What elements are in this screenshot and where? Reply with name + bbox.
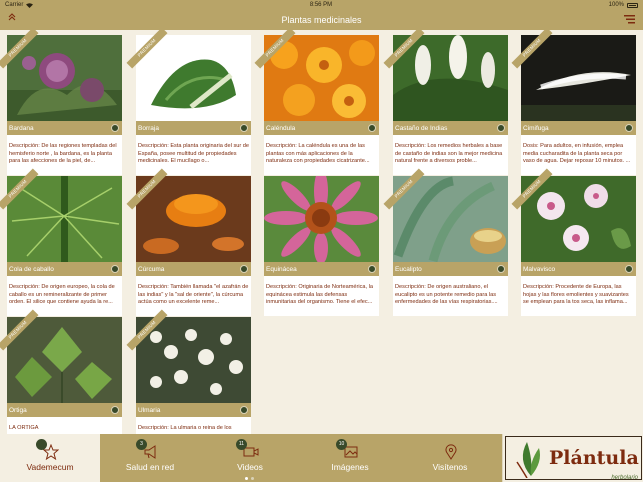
status-dot [240, 124, 248, 132]
plant-name: Cúrcuma [138, 265, 165, 273]
plant-name: Ulmaria [138, 406, 161, 414]
plant-description: Descripción: De las regiones templadas d… [9, 143, 117, 165]
status-dot [368, 124, 376, 132]
page-indicator [245, 477, 254, 480]
plant-name: Ortiga [9, 406, 27, 414]
plant-name: Cola de caballo [9, 265, 54, 273]
clock: 8:56 PM [309, 2, 333, 8]
plant-card-calendula[interactable]: PREMIUM Caléndula Descripción: La calénd… [254, 30, 379, 175]
plant-card-eucalipto[interactable]: PREMIUM Eucalipto Descripción: De origen… [383, 168, 508, 316]
tab-videos[interactable]: 11 Videos [200, 434, 300, 482]
page-dot [251, 477, 254, 480]
plant-name: Castaño de Indias [395, 124, 448, 132]
carrier-label: Carrier [5, 2, 24, 8]
status-bar: Carrier 8:56 PM 100% [0, 0, 643, 10]
plant-description: Descripción: También llamada "el azafrán… [138, 284, 249, 306]
plant-image-cimifuga [521, 35, 636, 121]
status-dot [240, 406, 248, 414]
battery-percent: 100% [608, 2, 624, 8]
plant-image-malvavisco [521, 176, 636, 262]
tab-label: Imágenes [331, 462, 369, 472]
logo-subtitle: herbolario [611, 475, 638, 481]
plant-description: Descripción: La caléndula es una de las … [266, 143, 370, 165]
plant-description: LA ORTIGA [9, 425, 39, 431]
tab-imagenes[interactable]: 10 Imágenes [300, 434, 400, 482]
status-dot [497, 124, 505, 132]
logo-wordmark: Plántula [549, 447, 639, 469]
plant-image-cola [7, 176, 122, 262]
status-dot [625, 265, 633, 273]
status-dot [111, 124, 119, 132]
plant-image-eucalipto [393, 176, 508, 262]
tab-salud-en-red[interactable]: 3 Salud en red [100, 434, 200, 482]
plant-image-castano [393, 35, 508, 121]
plant-name: Equinácea [266, 265, 297, 273]
salud-badge: 3 [136, 439, 147, 450]
plant-description: Descripción: La ulmaria o reina de los [138, 425, 232, 431]
plant-description: Descripción: De origen australiano, el e… [395, 284, 498, 306]
status-dot [497, 265, 505, 273]
plant-card-curcuma[interactable]: PREMIUM Cúrcuma Descripción: También lla… [126, 168, 251, 316]
plantula-logo: Plántula herbolario [502, 434, 643, 482]
battery-icon [627, 2, 638, 8]
plant-image-bardana [7, 35, 122, 121]
plant-grid: PREMIUM Bardana Descripción: De las regi… [0, 30, 643, 434]
plant-name: Malvavisco [523, 265, 556, 273]
imagenes-badge: 10 [336, 439, 347, 450]
tab-vademecum[interactable]: Vademecum [0, 434, 100, 482]
tab-label: Visítenos [432, 462, 468, 472]
plant-card-equinacea[interactable]: Equinácea Descripción: Originaria de Nor… [264, 176, 379, 316]
page-title: Plantas medicinales [281, 15, 362, 25]
plant-card-castano-de-indias[interactable]: PREMIUM Castaño de Indias Descripción: L… [383, 30, 508, 175]
plant-description: Descripción: De origen europeo, la cola … [9, 284, 115, 306]
plant-card-bardana[interactable]: PREMIUM Bardana Descripción: De las regi… [0, 30, 122, 175]
plant-card-malvavisco[interactable]: PREMIUM Malvavisco Descripción: Proceden… [511, 168, 636, 316]
plant-card-cola-de-caballo[interactable]: PREMIUM Cola de caballo Descripción: De … [0, 168, 122, 316]
plant-name: Eucalipto [395, 265, 422, 273]
status-dot [111, 265, 119, 273]
plant-image-ulmaria [136, 317, 251, 403]
chevron-up-icon[interactable] [8, 13, 16, 21]
plant-card-ulmaria[interactable]: PREMIUM Ulmaria Descripción: La ulmaria … [126, 309, 251, 434]
plant-image-borraja [136, 35, 251, 121]
plant-description: Dosis: Para adultos, en infusión, emplea… [523, 143, 631, 165]
plant-image-curcuma [136, 176, 251, 262]
status-dot [240, 265, 248, 273]
plant-card-cimifuga[interactable]: PREMIUM Cimifuga Dosis: Para adultos, en… [511, 30, 636, 175]
vademecum-badge [36, 439, 47, 450]
plant-image-ortiga [7, 317, 122, 403]
tab-visitenos[interactable]: Visítenos [400, 434, 500, 482]
tab-label: Salud en red [125, 462, 175, 472]
plant-description: Descripción: Originaria de Norteamérica,… [266, 284, 373, 306]
plant-card-ortiga[interactable]: PREMIUM Ortiga LA ORTIGA [0, 309, 122, 434]
page-dot [245, 477, 248, 480]
navigation-bar: Plantas medicinales [0, 10, 643, 30]
plant-description: Descripción: Esta planta originaria del … [138, 143, 249, 165]
tab-label: Videos [237, 462, 263, 472]
status-dot [111, 406, 119, 414]
plant-image-equinacea [264, 176, 379, 262]
plant-description: Descripción: Los remedios herbales a bas… [395, 143, 503, 165]
plant-name: Cimifuga [523, 124, 549, 132]
leaf-logo-icon [516, 442, 540, 478]
status-dot [368, 265, 376, 273]
filter-icon[interactable] [624, 15, 635, 24]
tab-label: Vademecum [26, 462, 74, 472]
videos-badge: 11 [236, 439, 247, 450]
plant-card-borraja[interactable]: PREMIUM Borraja Descripción: Esta planta… [126, 30, 251, 175]
location-pin-icon [445, 444, 457, 460]
plant-description: Descripción: Procedente de Europa, las h… [523, 284, 629, 306]
plant-name: Bardana [9, 124, 34, 132]
status-dot [625, 124, 633, 132]
plant-image-calendula [264, 35, 379, 121]
wifi-icon [26, 2, 34, 8]
plant-name: Borraja [138, 124, 159, 132]
plant-name: Caléndula [266, 124, 296, 132]
